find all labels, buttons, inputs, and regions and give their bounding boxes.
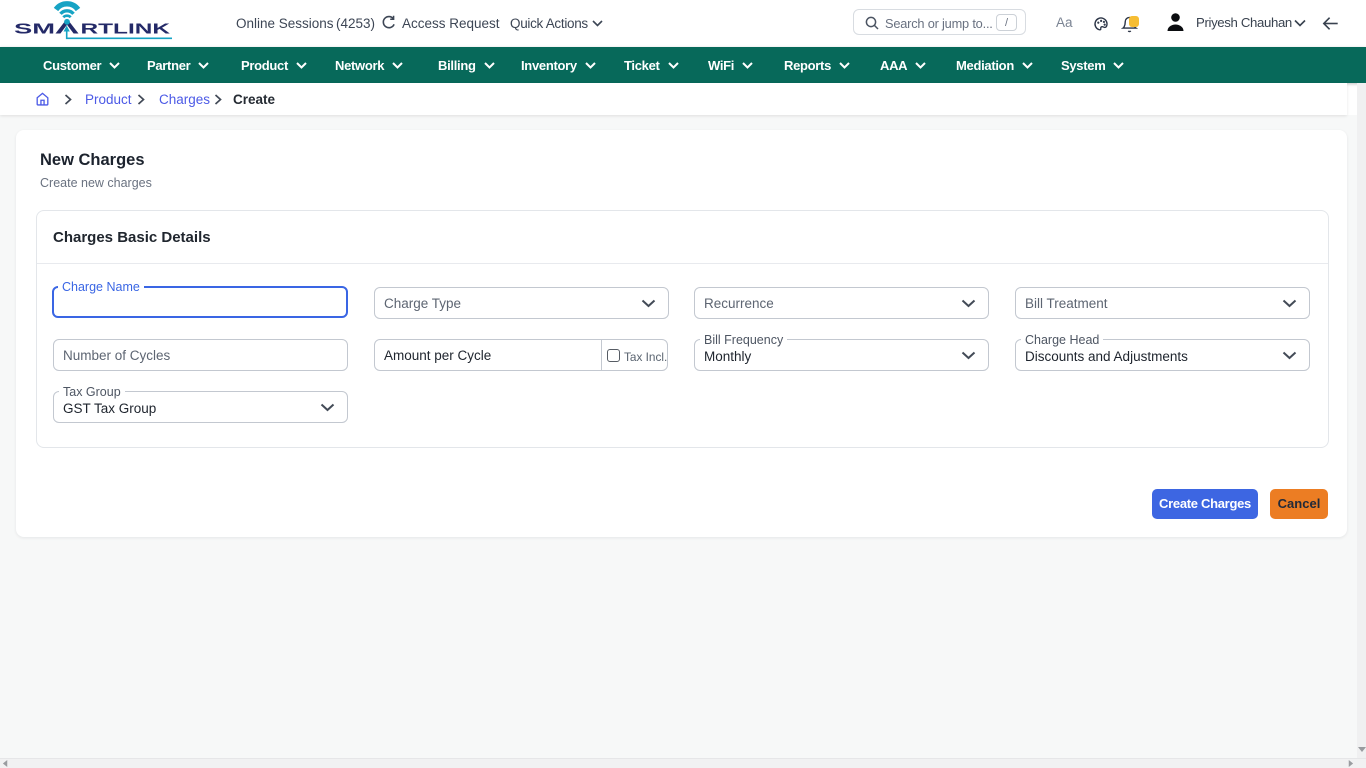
svg-text:SM: SM <box>14 21 55 38</box>
svg-text:RTLINK: RTLINK <box>81 21 171 38</box>
